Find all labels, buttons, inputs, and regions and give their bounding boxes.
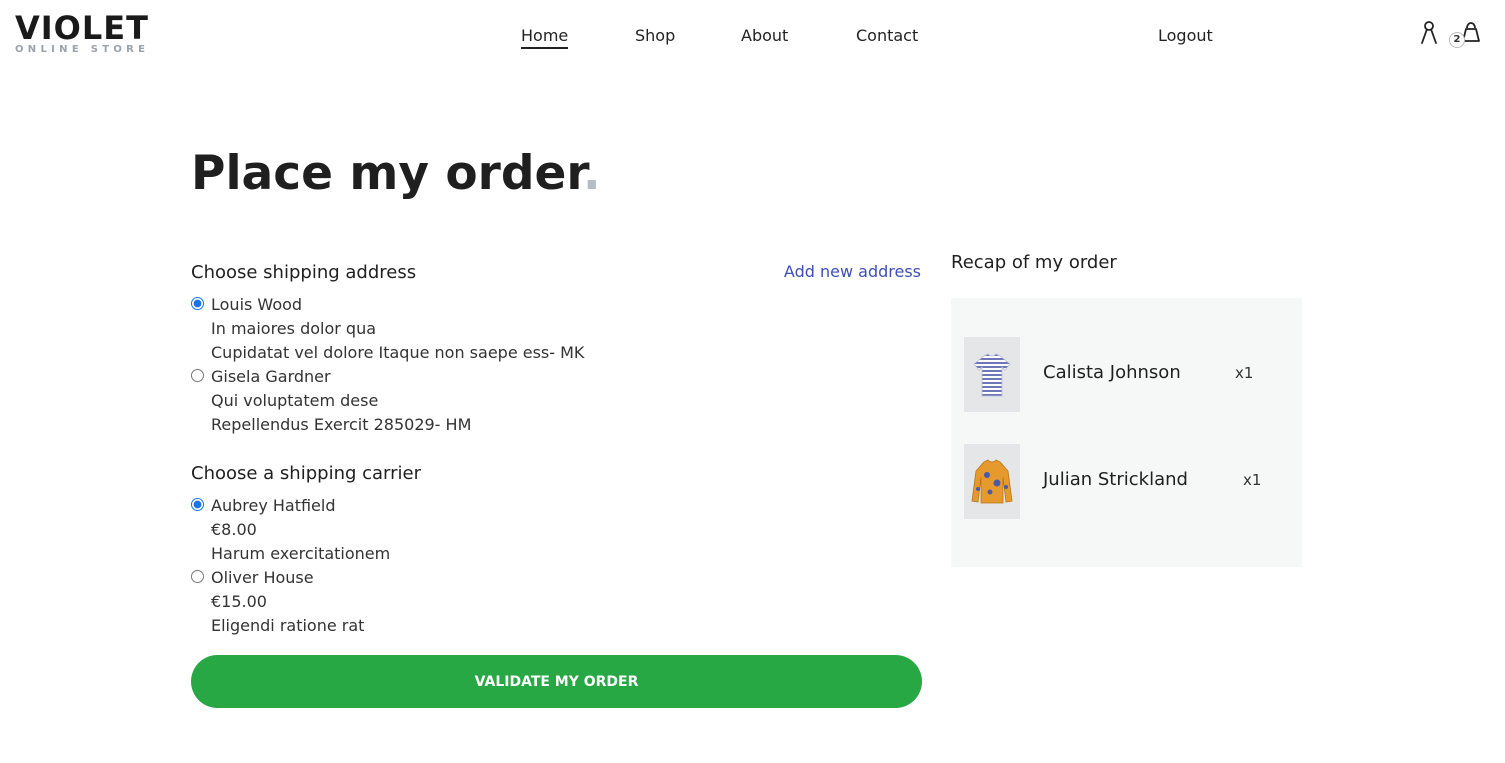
- carrier-option[interactable]: Aubrey Hatfield €8.00 Harum exercitation…: [191, 494, 691, 566]
- page-title-dot: .: [582, 146, 601, 201]
- address-name: Louis Wood: [211, 295, 303, 314]
- address-line2: Cupidatat vel dolore Itaque non saepe es…: [211, 343, 585, 362]
- shipping-carrier-title: Choose a shipping carrier: [191, 463, 422, 484]
- address-line2: Repellendus Exercit 285029- HM: [211, 415, 472, 434]
- carrier-description: Eligendi ratione rat: [211, 616, 365, 635]
- order-recap-panel: Calista Johnson x1 Julian Strickland x1: [951, 298, 1302, 567]
- carrier-name: Oliver House: [211, 568, 314, 587]
- recap-item-qty: x1: [1235, 364, 1254, 382]
- user-icon[interactable]: [1420, 20, 1438, 48]
- cart-count-badge: 2: [1449, 32, 1465, 48]
- carrier-price: €15.00: [211, 592, 267, 611]
- logout-link[interactable]: Logout: [1158, 26, 1213, 45]
- address-radio-gisela-gardner[interactable]: [191, 369, 204, 382]
- page-title: Place my order.: [191, 146, 601, 201]
- address-line1: Qui voluptatem dese: [211, 391, 379, 410]
- recap-item: Calista Johnson x1: [964, 337, 1294, 413]
- address-option[interactable]: Louis Wood In maiores dolor qua Cupidata…: [191, 293, 691, 365]
- carrier-price: €8.00: [211, 520, 257, 539]
- carrier-name: Aubrey Hatfield: [211, 496, 336, 515]
- brand-name: VIOLET: [15, 9, 149, 47]
- brand-logo[interactable]: VIOLET ONLINE STORE: [15, 12, 149, 55]
- nav-home-link[interactable]: Home: [521, 26, 569, 49]
- nav-about-link[interactable]: About: [741, 26, 788, 45]
- address-line1: In maiores dolor qua: [211, 319, 377, 338]
- add-new-address-link[interactable]: Add new address: [784, 262, 921, 281]
- recap-item-name: Calista Johnson: [1043, 362, 1181, 383]
- brand-tagline: ONLINE STORE: [15, 44, 150, 55]
- orange-sweater-image: [964, 444, 1020, 519]
- address-radio-louis-wood[interactable]: [191, 297, 204, 310]
- page-title-text: Place my order: [191, 146, 583, 201]
- address-option[interactable]: Gisela Gardner Qui voluptatem dese Repel…: [191, 365, 691, 437]
- address-name: Gisela Gardner: [211, 367, 331, 386]
- recap-title: Recap of my order: [951, 252, 1117, 273]
- nav-shop-link[interactable]: Shop: [635, 26, 675, 45]
- carrier-description: Harum exercitationem: [211, 544, 391, 563]
- recap-item-qty: x1: [1243, 471, 1262, 489]
- nav-contact-link[interactable]: Contact: [856, 26, 918, 45]
- validate-order-button[interactable]: VALIDATE MY ORDER: [191, 655, 922, 708]
- carrier-option[interactable]: Oliver House €15.00 Eligendi ratione rat: [191, 566, 691, 638]
- carrier-radio-aubrey-hatfield[interactable]: [191, 498, 204, 511]
- carrier-radio-oliver-house[interactable]: [191, 570, 204, 583]
- recap-item: Julian Strickland x1: [964, 444, 1294, 520]
- striped-tshirt-image: [964, 337, 1020, 412]
- recap-item-name: Julian Strickland: [1043, 469, 1188, 490]
- shipping-address-title: Choose shipping address: [191, 262, 417, 283]
